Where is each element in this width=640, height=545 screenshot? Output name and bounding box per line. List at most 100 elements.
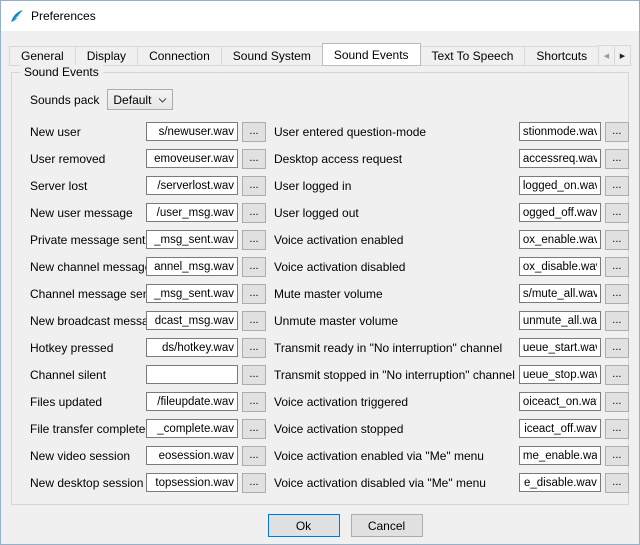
cancel-button[interactable]: Cancel <box>351 514 423 537</box>
sound-event-row: Transmit ready in "No interruption" chan… <box>274 334 629 361</box>
browse-button[interactable]: ... <box>605 338 629 358</box>
browse-button[interactable]: ... <box>242 392 266 412</box>
sound-file-input[interactable] <box>146 203 238 222</box>
browse-button[interactable]: ... <box>242 176 266 196</box>
event-label: New user <box>30 125 146 139</box>
dialog-buttons: Ok Cancel <box>1 514 639 537</box>
browse-button[interactable]: ... <box>242 257 266 277</box>
sound-file-input[interactable] <box>519 122 601 141</box>
sound-event-row: Server lost... <box>30 172 266 199</box>
event-label: User logged in <box>274 179 519 193</box>
right-arrow-icon: ▶ <box>620 52 625 60</box>
event-label: New user message <box>30 206 146 220</box>
browse-button[interactable]: ... <box>242 230 266 250</box>
sound-file-input[interactable] <box>146 257 238 276</box>
sound-file-input[interactable] <box>519 203 601 222</box>
sound-file-input[interactable] <box>519 473 601 492</box>
browse-button[interactable]: ... <box>605 149 629 169</box>
right-column: User entered question-mode...Desktop acc… <box>274 118 629 496</box>
event-label: Mute master volume <box>274 287 519 301</box>
browse-button[interactable]: ... <box>605 365 629 385</box>
browse-button[interactable]: ... <box>242 446 266 466</box>
sound-event-row: Private message sent... <box>30 226 266 253</box>
browse-button[interactable]: ... <box>242 338 266 358</box>
browse-button[interactable]: ... <box>605 473 629 493</box>
browse-button[interactable]: ... <box>605 176 629 196</box>
sound-file-input[interactable] <box>519 284 601 303</box>
event-label: Transmit stopped in "No interruption" ch… <box>274 368 519 382</box>
browse-button[interactable]: ... <box>242 419 266 439</box>
sound-file-input[interactable] <box>519 392 601 411</box>
browse-button[interactable]: ... <box>242 203 266 223</box>
sound-file-input[interactable] <box>519 149 601 168</box>
sound-event-row: Voice activation enabled via "Me" menu..… <box>274 442 629 469</box>
tab-text-to-speech[interactable]: Text To Speech <box>420 46 526 66</box>
browse-button[interactable]: ... <box>605 230 629 250</box>
tab-connection[interactable]: Connection <box>137 46 222 66</box>
ok-button[interactable]: Ok <box>268 514 340 537</box>
tab-bar: GeneralDisplayConnectionSound SystemSoun… <box>9 43 631 66</box>
group-title: Sound Events <box>20 65 103 79</box>
sound-file-input[interactable] <box>146 365 238 384</box>
sound-file-input[interactable] <box>146 122 238 141</box>
browse-button[interactable]: ... <box>605 203 629 223</box>
sound-file-input[interactable] <box>519 257 601 276</box>
browse-button[interactable]: ... <box>605 392 629 412</box>
tab-sound-events[interactable]: Sound Events <box>322 43 421 66</box>
sounds-pack-dropdown[interactable]: Default <box>107 89 173 110</box>
sound-file-input[interactable] <box>146 176 238 195</box>
browse-button[interactable]: ... <box>242 473 266 493</box>
sound-event-row: Unmute master volume... <box>274 307 629 334</box>
tab-scroll-left-button[interactable]: ◀ <box>598 45 615 66</box>
tab-strip: GeneralDisplayConnectionSound SystemSoun… <box>9 43 631 66</box>
event-label: User entered question-mode <box>274 125 519 139</box>
browse-button[interactable]: ... <box>605 419 629 439</box>
browse-button[interactable]: ... <box>242 365 266 385</box>
sound-file-input[interactable] <box>146 149 238 168</box>
sound-file-input[interactable] <box>519 311 601 330</box>
tab-scroll-right-button[interactable]: ▶ <box>614 45 631 66</box>
event-label: Voice activation stopped <box>274 422 519 436</box>
event-label: New desktop session <box>30 476 146 490</box>
tab-display[interactable]: Display <box>75 46 138 66</box>
browse-button[interactable]: ... <box>605 257 629 277</box>
sound-file-input[interactable] <box>146 230 238 249</box>
sound-file-input[interactable] <box>519 446 601 465</box>
tab-shortcuts[interactable]: Shortcuts <box>524 46 599 66</box>
sound-file-input[interactable] <box>146 284 238 303</box>
sound-file-input[interactable] <box>146 311 238 330</box>
sound-file-input[interactable] <box>519 176 601 195</box>
event-label: Voice activation disabled via "Me" menu <box>274 476 519 490</box>
tab-scrollers: ◀ ▶ <box>599 45 631 66</box>
sound-file-input[interactable] <box>146 473 238 492</box>
sound-event-row: File transfer complete... <box>30 415 266 442</box>
event-label: User removed <box>30 152 146 166</box>
browse-button[interactable]: ... <box>242 149 266 169</box>
browse-button[interactable]: ... <box>605 284 629 304</box>
sound-file-input[interactable] <box>519 365 601 384</box>
sound-event-row: Voice activation triggered... <box>274 388 629 415</box>
sound-file-input[interactable] <box>146 338 238 357</box>
event-label: New video session <box>30 449 146 463</box>
sound-event-row: Transmit stopped in "No interruption" ch… <box>274 361 629 388</box>
sound-event-row: Desktop access request... <box>274 145 629 172</box>
sound-file-input[interactable] <box>146 419 238 438</box>
sound-file-input[interactable] <box>519 230 601 249</box>
browse-button[interactable]: ... <box>242 122 266 142</box>
event-label: Hotkey pressed <box>30 341 146 355</box>
sound-event-row: New user... <box>30 118 266 145</box>
sound-file-input[interactable] <box>519 338 601 357</box>
tab-general[interactable]: General <box>9 46 76 66</box>
sound-event-row: User entered question-mode... <box>274 118 629 145</box>
browse-button[interactable]: ... <box>242 284 266 304</box>
sound-file-input[interactable] <box>146 446 238 465</box>
event-label: User logged out <box>274 206 519 220</box>
browse-button[interactable]: ... <box>605 446 629 466</box>
app-icon <box>9 8 25 24</box>
browse-button[interactable]: ... <box>605 311 629 331</box>
browse-button[interactable]: ... <box>242 311 266 331</box>
tab-sound-system[interactable]: Sound System <box>221 46 323 66</box>
sound-file-input[interactable] <box>146 392 238 411</box>
browse-button[interactable]: ... <box>605 122 629 142</box>
sound-file-input[interactable] <box>519 419 601 438</box>
